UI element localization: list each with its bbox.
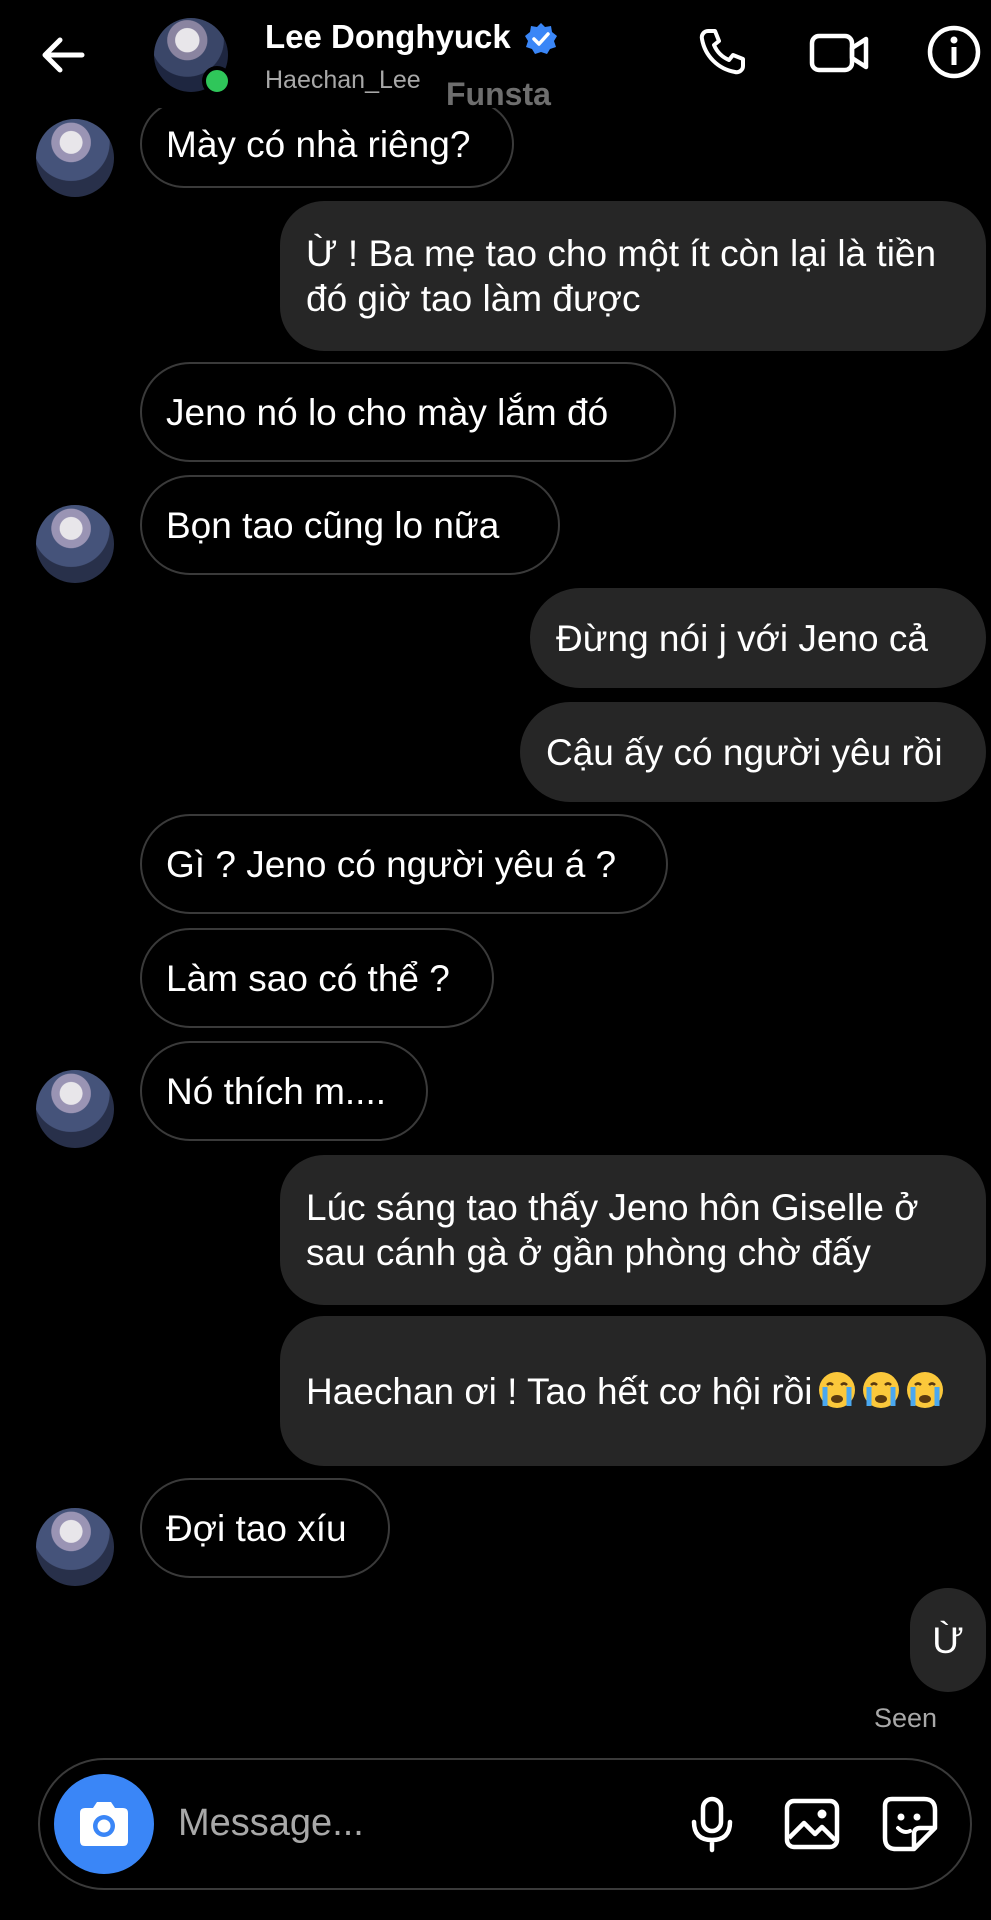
contact-username: Haechan_Lee [265,66,421,94]
crying-face-emoji-icon [906,1371,943,1408]
seen-status: Seen [873,1703,937,1733]
message-bubble-outgoing[interactable]: Lúc sáng tao thấy Jeno hôn Giselle ở sau… [280,1155,986,1305]
message-bubble-incoming[interactable]: Jeno nó lo cho mày lắm đó [140,362,676,462]
sticker-icon[interactable] [880,1794,940,1854]
message-input[interactable]: Message... [178,1802,364,1845]
message-bubble-incoming[interactable]: Làm sao có thể ? [140,928,494,1028]
sender-avatar[interactable] [36,505,114,583]
message-bubble-incoming[interactable]: Gì ? Jeno có người yêu á ? [140,814,668,914]
message-bubble-outgoing[interactable]: Ừ ! Ba mẹ tao cho một ít còn lại là tiền… [280,201,986,351]
video-camera-icon[interactable] [808,24,870,80]
message-bubble-incoming[interactable]: Mày có nhà riêng? [140,100,514,188]
message-bubble-outgoing[interactable]: Haechan ơi ! Tao hết cơ hội rồi [280,1316,986,1466]
message-bubble-outgoing[interactable]: Ừ [910,1588,986,1692]
message-bubble-outgoing[interactable]: Cậu ấy có người yêu rồi [520,702,986,802]
sender-avatar[interactable] [36,1070,114,1148]
verified-badge-icon [525,23,557,54]
chat-header: Lee Donghyuck Haechan_Lee Funsta [0,0,991,112]
message-bubble-outgoing[interactable]: Đừng nói j với Jeno cả [530,588,986,688]
sender-avatar[interactable] [36,1508,114,1586]
message-bubble-incoming[interactable]: Nó thích m.... [140,1041,428,1141]
gallery-icon[interactable] [782,1794,842,1854]
message-bubble-incoming[interactable]: Đợi tao xíu [140,1478,390,1578]
crying-face-emoji-icon [862,1371,899,1408]
message-composer: Message... [38,1758,972,1890]
info-icon[interactable] [926,24,982,80]
camera-icon [80,1802,128,1846]
crying-face-emoji-icon [818,1371,855,1408]
message-thread[interactable]: Mày có nhà riêng? Ừ ! Ba mẹ tao cho một … [0,100,991,1748]
watermark-text: Funsta [446,76,551,112]
message-bubble-incoming[interactable]: Bọn tao cũng lo nữa [140,475,560,575]
contact-name[interactable]: Lee Donghyuck [265,18,511,56]
phone-icon[interactable] [694,24,750,80]
back-arrow-icon[interactable] [38,30,88,80]
microphone-icon[interactable] [682,1794,742,1854]
camera-button[interactable] [54,1774,154,1874]
sender-avatar[interactable] [36,119,114,197]
online-status-dot [202,66,232,96]
